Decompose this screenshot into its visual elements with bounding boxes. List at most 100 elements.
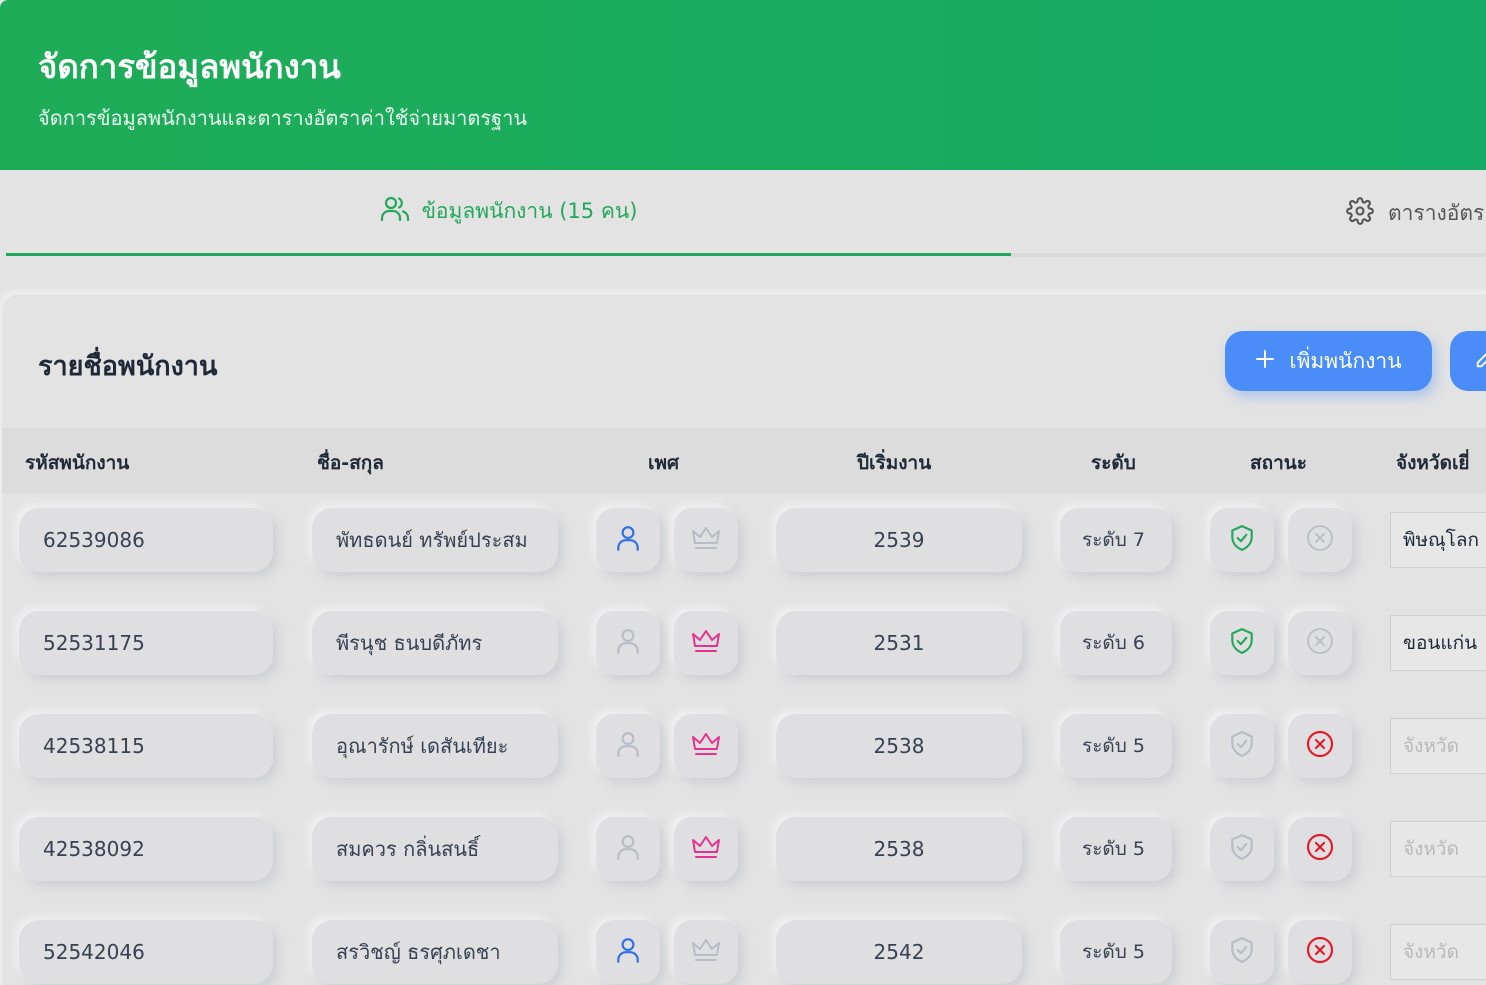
employee-name-text: พีรนุช ธนบดีภัทร [336,631,483,655]
gender-female-button[interactable] [674,508,738,572]
x-circle-icon [1306,936,1334,968]
tab-employees-label: ข้อมูลพนักงาน (15 คน) [421,199,638,223]
level-text: ระดับ 7 [1082,529,1145,551]
x-circle-icon [1306,627,1334,659]
province-text: ขอนแก่น [1403,632,1478,654]
user-icon [615,936,641,968]
start-year-field[interactable]: 2538 [776,817,1022,881]
page-header: จัดการข้อมูลพนักงาน จัดการข้อมูลพนักงานแ… [0,0,1486,170]
province-input[interactable]: ขอนแก่น [1390,615,1486,671]
start-year-field[interactable]: 2531 [776,611,1022,675]
employee-id-field[interactable]: 52531175 [19,611,273,675]
pencil-icon [1474,348,1486,374]
start-year-text: 2539 [873,528,925,552]
employee-name-field[interactable]: อุณารักษ์ เดสันเทียะ [312,714,558,778]
employee-id-text: 52531175 [43,631,145,655]
start-year-text: 2538 [873,837,925,861]
status-active-button[interactable] [1210,920,1274,984]
level-select[interactable]: ระดับ 5 [1060,714,1172,778]
column-header-start-year: ปีเริ่มงาน [857,452,932,474]
shield-check-icon [1229,524,1255,556]
table-row: 42538092 สมควร กลิ่นสนธิ์ 2538 ระดับ 5 จ… [2,817,1486,920]
tab-bar: ข้อมูลพนักงาน (15 คน) ตารางอัตร [0,170,1486,258]
employee-id-field[interactable]: 42538092 [19,817,273,881]
employee-id-text: 42538092 [43,837,145,861]
column-header-gender: เพศ [648,452,680,474]
start-year-field[interactable]: 2539 [776,508,1022,572]
level-text: ระดับ 5 [1082,941,1145,963]
level-select[interactable]: ระดับ 5 [1060,920,1172,984]
employee-id-text: 62539086 [43,528,145,552]
province-input[interactable]: จังหวัด [1390,924,1486,980]
employee-id-field[interactable]: 62539086 [19,508,273,572]
start-year-field[interactable]: 2542 [776,920,1022,984]
level-select[interactable]: ระดับ 6 [1060,611,1172,675]
status-active-button[interactable] [1210,508,1274,572]
province-text: พิษณุโลก [1403,529,1480,551]
column-header-province: จังหวัดเยี่ [1396,452,1470,474]
shield-check-icon [1229,833,1255,865]
employee-name-field[interactable]: พีรนุช ธนบดีภัทร [312,611,558,675]
x-circle-icon [1306,730,1334,762]
table-row: 42538115 อุณารักษ์ เดสันเทียะ 2538 ระดับ… [2,714,1486,817]
crown-icon [691,937,721,967]
employee-list-card: รายชื่อพนักงาน เพิ่มพนักงาน รหัสพนักงาน … [2,294,1486,985]
gender-male-button[interactable] [596,817,660,881]
status-inactive-button[interactable] [1288,920,1352,984]
province-text: จังหวัด [1403,941,1459,963]
tab-employees[interactable]: ข้อมูลพนักงาน (15 คน) [6,170,1011,256]
gender-male-button[interactable] [596,714,660,778]
add-employee-label: เพิ่มพนักงาน [1289,348,1402,373]
crown-icon [691,525,721,555]
x-circle-icon [1306,833,1334,865]
level-select[interactable]: ระดับ 7 [1060,508,1172,572]
tab-rates-label: ตารางอัตร [1388,200,1485,225]
gender-male-button[interactable] [596,508,660,572]
employee-name-field[interactable]: สมควร กลิ่นสนธิ์ [312,817,558,881]
table-header: รหัสพนักงาน ชื่อ-สกุล เพศ ปีเริ่มงาน ระด… [2,428,1486,494]
status-active-button[interactable] [1210,714,1274,778]
crown-icon [691,628,721,658]
page-subtitle: จัดการข้อมูลพนักงานและตารางอัตราค่าใช้จ่… [38,106,528,130]
start-year-field[interactable]: 2538 [776,714,1022,778]
employee-name-field[interactable]: พัทธดนย์ ทรัพย์ประสม [312,508,558,572]
tab-rates[interactable]: ตารางอัตร [1346,170,1484,256]
gender-female-button[interactable] [674,920,738,984]
employee-name-text: พัทธดนย์ ทรัพย์ประสม [336,528,528,552]
status-inactive-button[interactable] [1288,714,1352,778]
status-inactive-button[interactable] [1288,817,1352,881]
table-row: 52542046 สรวิชญ์ ธรศุภเดชา 2542 ระดับ 5 … [2,920,1486,985]
column-header-status: สถานะ [1250,452,1307,474]
gender-female-button[interactable] [674,714,738,778]
level-text: ระดับ 6 [1082,632,1145,654]
province-text: จังหวัด [1403,838,1459,860]
province-input[interactable]: จังหวัด [1390,718,1486,774]
employee-name-field[interactable]: สรวิชญ์ ธรศุภเดชา [312,920,558,984]
status-active-button[interactable] [1210,611,1274,675]
user-icon [615,730,641,762]
employee-id-field[interactable]: 42538115 [19,714,273,778]
employee-name-text: สมควร กลิ่นสนธิ์ [336,837,480,861]
page-title: จัดการข้อมูลพนักงาน [38,47,341,86]
gender-male-button[interactable] [596,920,660,984]
status-inactive-button[interactable] [1288,611,1352,675]
gender-female-button[interactable] [674,611,738,675]
gender-female-button[interactable] [674,817,738,881]
employee-name-text: สรวิชญ์ ธรศุภเดชา [336,940,501,964]
gender-male-button[interactable] [596,611,660,675]
employee-id-field[interactable]: 52542046 [19,920,273,984]
province-input[interactable]: พิษณุโลก [1390,512,1486,568]
table-row: 52531175 พีรนุช ธนบดีภัทร 2531 ระดับ 6 ข… [2,611,1486,714]
status-active-button[interactable] [1210,817,1274,881]
add-employee-button[interactable]: เพิ่มพนักงาน [1225,331,1432,391]
column-header-id: รหัสพนักงาน [25,452,130,474]
table-row: 62539086 พัทธดนย์ ทรัพย์ประสม 2539 ระดับ… [2,508,1486,611]
crown-icon [691,731,721,761]
status-inactive-button[interactable] [1288,508,1352,572]
province-input[interactable]: จังหวัด [1390,821,1486,877]
column-header-level: ระดับ [1091,452,1136,474]
level-text: ระดับ 5 [1082,838,1145,860]
plus-icon [1255,349,1275,374]
edit-button[interactable] [1450,331,1486,391]
level-select[interactable]: ระดับ 5 [1060,817,1172,881]
